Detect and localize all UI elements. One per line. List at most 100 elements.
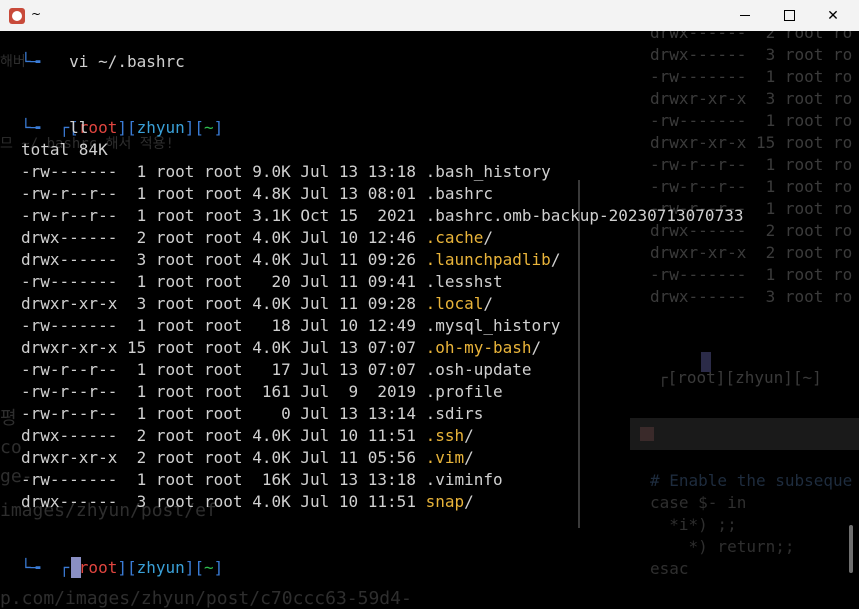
directory-suffix: / xyxy=(464,492,474,511)
file-row: drwxr-xr-x 3 root root 4.0K Jul 11 09:28… xyxy=(21,293,493,315)
file-meta: -rw-r--r-- 1 root root 4.8K Jul 13 08:01 xyxy=(21,184,426,203)
file-name: .bashrc.omb-backup-20230713070733 xyxy=(425,206,744,225)
file-meta: drwxr-xr-x 3 root root 4.0K Jul 11 09:28 xyxy=(21,294,426,313)
terminal-output[interactable]: └╼ vi ~/.bashrc ┌[root][zhyun][~] └╼ ll … xyxy=(21,0,743,577)
prompt-bracket: ][ xyxy=(184,118,205,137)
directory-suffix: / xyxy=(483,228,494,247)
file-meta: -rw------- 1 root root 9.0K Jul 13 13:18 xyxy=(21,162,426,181)
directory-name: .local xyxy=(425,294,484,313)
background-file-row: drwx------ 3 root ro xyxy=(650,45,853,64)
file-name: .bash_history xyxy=(425,162,551,181)
prompt-user: root xyxy=(78,558,118,577)
file-name: .profile xyxy=(425,382,503,401)
prompt-arrow: └╼ xyxy=(21,52,41,71)
directory-name: .ssh xyxy=(425,426,465,445)
background-file-row: drwxr-xr-x 2 root ro xyxy=(650,243,853,262)
directory-suffix: / xyxy=(531,338,542,357)
file-row: -rw------- 1 root root 9.0K Jul 13 13:18… xyxy=(21,161,551,183)
minimize-icon xyxy=(740,15,750,16)
prompt-arrow: └╼ xyxy=(21,118,41,137)
prompt-bracket: ] xyxy=(213,118,224,137)
file-name: .viminfo xyxy=(425,470,503,489)
background-file-list: -rw-r--r-- 1 root rodrwx------ 2 root ro… xyxy=(650,0,852,308)
file-name: .sdirs xyxy=(425,404,484,423)
background-app-icon xyxy=(640,427,654,441)
file-row: -rw------- 1 root root 18 Jul 10 12:49 .… xyxy=(21,315,560,337)
directory-name: .oh-my-bash xyxy=(425,338,532,357)
close-icon: ✕ xyxy=(827,7,839,24)
file-meta: -rw-r--r-- 1 root root 161 Jul 9 2019 xyxy=(21,382,426,401)
minimize-button[interactable] xyxy=(723,0,767,31)
file-name: .lesshst xyxy=(425,272,503,291)
background-file-row: -rw------- 1 root ro xyxy=(650,265,853,284)
file-meta: drwx------ 3 root root 4.0K Jul 10 11:51 xyxy=(21,492,426,511)
scrollbar-thumb[interactable] xyxy=(849,525,853,573)
background-fragment-3: 평 xyxy=(0,408,17,429)
file-row: drwxr-xr-x 15 root root 4.0K Jul 13 07:0… xyxy=(21,337,541,359)
command-line-ll: └╼ ll xyxy=(21,117,88,139)
file-name: .mysql_history xyxy=(425,316,561,335)
file-row: -rw-r--r-- 1 root root 161 Jul 9 2019 .p… xyxy=(21,381,503,403)
file-row: -rw-r--r-- 1 root root 3.1K Oct 15 2021 … xyxy=(21,205,743,227)
prompt-bracket: ][ xyxy=(184,558,205,577)
window-titlebar[interactable]: ~ ✕ xyxy=(0,0,859,31)
file-row: -rw-r--r-- 1 root root 17 Jul 13 07:07 .… xyxy=(21,359,532,381)
directory-name: snap xyxy=(425,492,465,511)
file-row: -rw-r--r-- 1 root root 4.8K Jul 13 08:01… xyxy=(21,183,493,205)
background-window-titlebar xyxy=(630,418,859,450)
directory-suffix: / xyxy=(550,250,561,269)
background-file-row: -rw-r--r-- 1 root ro xyxy=(650,155,853,174)
maximize-button[interactable] xyxy=(767,0,811,31)
file-row: drwx------ 3 root root 4.0K Jul 11 09:26… xyxy=(21,249,560,271)
prompt-arrow: └╼ xyxy=(21,558,41,577)
background-code-line: *i*) ;; xyxy=(650,515,737,534)
file-row: drwx------ 2 root root 4.0K Jul 10 11:51… xyxy=(21,425,474,447)
terminal-cursor xyxy=(71,557,81,578)
file-meta: drwxr-xr-x 15 root root 4.0K Jul 13 07:0… xyxy=(21,338,426,357)
background-code-line: *) return;; xyxy=(650,537,795,556)
prompt-bracket: ][ xyxy=(117,558,137,577)
background-divider xyxy=(578,180,580,528)
background-file-row: -rw------- 1 root ro xyxy=(650,67,853,86)
file-row: -rw------- 1 root root 16K Jul 13 13:18 … xyxy=(21,469,503,491)
file-meta: drwx------ 2 root root 4.0K Jul 10 12:46 xyxy=(21,228,426,247)
background-file-row: drwx------ 3 root ro xyxy=(650,287,853,306)
background-cursor xyxy=(701,352,711,372)
command-text: vi ~/.bashrc xyxy=(69,52,185,71)
prompt-dir: ~ xyxy=(204,118,214,137)
prompt-host: zhyun xyxy=(136,558,185,577)
directory-suffix: / xyxy=(483,294,494,313)
command-line-vi: └╼ vi ~/.bashrc xyxy=(21,51,185,73)
file-meta: -rw-r--r-- 1 root root 3.1K Oct 15 2021 xyxy=(21,206,426,225)
command-text: ll xyxy=(69,118,89,137)
directory-suffix: / xyxy=(464,426,474,445)
background-code-line: case $- in xyxy=(650,493,747,512)
file-name: .osh-update xyxy=(425,360,532,379)
file-row: -rw------- 1 root root 20 Jul 11 09:41 .… xyxy=(21,271,503,293)
prompt-bracket: ][ xyxy=(117,118,137,137)
maximize-icon xyxy=(783,10,795,21)
background-fragment-7: p.com/images/zhyun/post/c70ccc63-59d4- xyxy=(0,588,412,609)
prompt-dir: ~ xyxy=(204,558,214,577)
file-row: -rw-r--r-- 1 root root 0 Jul 13 13:14 .s… xyxy=(21,403,483,425)
file-row: drwx------ 2 root root 4.0K Jul 10 12:46… xyxy=(21,227,493,249)
file-meta: drwx------ 3 root root 4.0K Jul 11 09:26 xyxy=(21,250,426,269)
file-meta: -rw-r--r-- 1 root root 17 Jul 13 07:07 xyxy=(21,360,426,379)
background-file-row: -rw-r--r-- 1 root ro xyxy=(650,177,853,196)
file-row: drwxr-xr-x 2 root root 4.0K Jul 11 05:56… xyxy=(21,447,474,469)
background-code-line: esac xyxy=(650,559,689,578)
prompt-line-current: ┌[root][zhyun][~] xyxy=(21,535,224,577)
prompt-bracket: ] xyxy=(213,558,224,577)
total-line: total 84K xyxy=(21,140,108,159)
background-code-line: # Enable the subseque xyxy=(650,471,853,490)
prompt-line: ┌[root][zhyun][~] xyxy=(21,95,224,137)
background-file-row: -rw------- 1 root ro xyxy=(650,111,853,130)
file-meta: drwxr-xr-x 2 root root 4.0K Jul 11 05:56 xyxy=(21,448,426,467)
close-button[interactable]: ✕ xyxy=(811,0,855,31)
file-meta: -rw------- 1 root root 16K Jul 13 13:18 xyxy=(21,470,426,489)
file-row: drwx------ 3 root root 4.0K Jul 10 11:51… xyxy=(21,491,474,513)
directory-suffix: / xyxy=(464,448,474,467)
directory-name: .vim xyxy=(425,448,465,467)
background-code: # Enable the subseque case $- in *i*) ;; … xyxy=(650,470,852,580)
command-line-current: └╼ xyxy=(21,557,40,579)
